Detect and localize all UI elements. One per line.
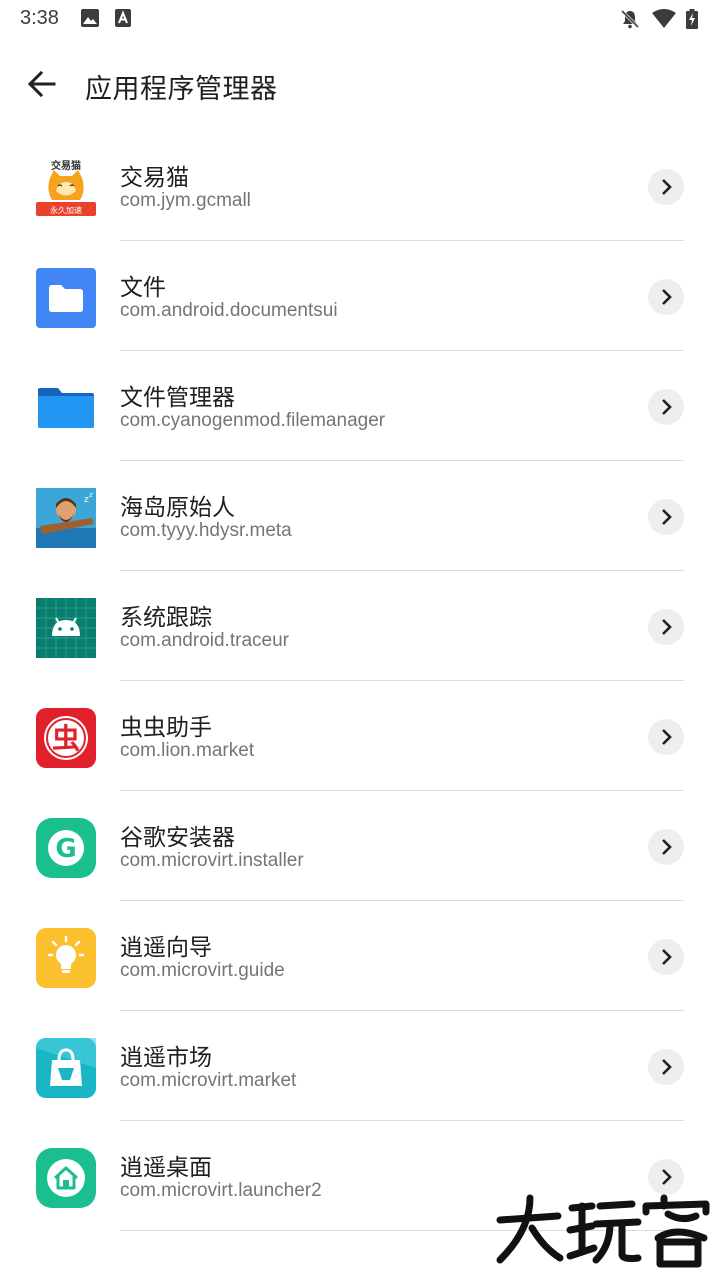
chevron-right-icon — [662, 949, 672, 965]
app-name: 系统跟踪 — [120, 604, 212, 630]
android-icon — [36, 598, 96, 658]
app-list: 交易猫 永久加速 交易猫 com.jym.gcmall 文件 com.andro… — [0, 130, 720, 1231]
app-bar: 应用程序管理器 — [0, 48, 720, 120]
app-name: 逍遥市场 — [120, 1044, 212, 1070]
app-name: 交易猫 — [120, 164, 189, 190]
open-details-button[interactable] — [648, 389, 684, 425]
open-details-button[interactable] — [648, 609, 684, 645]
open-details-button[interactable] — [648, 719, 684, 755]
arrow-back-icon — [27, 70, 56, 98]
google-installer-icon: G — [36, 818, 96, 878]
chongchong-icon: 虫 — [36, 708, 96, 768]
chevron-right-icon — [662, 729, 672, 745]
home-icon — [36, 1148, 96, 1208]
shopping-bag-icon — [36, 1038, 96, 1098]
app-name: 逍遥向导 — [120, 934, 212, 960]
jiaoyimao-icon: 交易猫 永久加速 — [36, 158, 96, 218]
chevron-right-icon — [662, 179, 672, 195]
app-package: com.android.documentsui — [120, 300, 338, 321]
app-name: 海岛原始人 — [120, 494, 235, 520]
open-details-button[interactable] — [648, 279, 684, 315]
jiaoyimao-icon-subtext: 永久加速 — [50, 205, 82, 215]
app-list-item[interactable]: 交易猫 永久加速 交易猫 com.jym.gcmall — [0, 130, 720, 241]
chevron-right-icon — [662, 399, 672, 415]
app-list-item[interactable]: 逍遥市场 com.microvirt.market — [0, 1010, 720, 1121]
app-package: com.cyanogenmod.filemanager — [120, 410, 386, 431]
svg-text:z: z — [89, 491, 93, 499]
notifications-off-icon — [620, 9, 640, 29]
wifi-icon — [652, 9, 676, 28]
app-package: com.android.traceur — [120, 630, 289, 651]
chevron-right-icon — [662, 619, 672, 635]
app-name: 文件管理器 — [120, 384, 235, 410]
chevron-right-icon — [662, 839, 672, 855]
chongchong-icon-text: 虫 — [52, 722, 80, 755]
app-name: 谷歌安装器 — [120, 824, 235, 850]
app-name: 虫虫助手 — [120, 714, 212, 740]
open-details-button[interactable] — [648, 169, 684, 205]
app-list-item[interactable]: z z 海岛原始人 com.tyyy.hdysr.meta — [0, 460, 720, 571]
app-name: 文件 — [120, 274, 166, 300]
image-icon — [81, 9, 99, 27]
app-name: 逍遥桌面 — [120, 1154, 212, 1180]
app-package: com.microvirt.installer — [120, 850, 304, 871]
open-details-button[interactable] — [648, 1049, 684, 1085]
status-bar: 3:38 — [0, 0, 720, 36]
status-time: 3:38 — [20, 7, 59, 29]
open-details-button[interactable] — [648, 499, 684, 535]
chevron-right-icon — [662, 289, 672, 305]
file-manager-icon — [38, 388, 94, 428]
app-list-item[interactable]: 逍遥向导 com.microvirt.guide — [0, 900, 720, 1011]
back-button[interactable] — [20, 64, 64, 104]
app-package: com.tyyy.hdysr.meta — [120, 520, 292, 541]
google-installer-icon-text: G — [55, 834, 76, 864]
files-icon — [36, 268, 96, 328]
app-package: com.lion.market — [120, 740, 255, 761]
app-package: com.microvirt.launcher2 — [120, 1180, 322, 1201]
open-details-button[interactable] — [648, 939, 684, 975]
app-list-item[interactable]: 文件 com.android.documentsui — [0, 240, 720, 351]
app-package: com.microvirt.guide — [120, 960, 285, 981]
chevron-right-icon — [662, 1059, 672, 1075]
app-list-item[interactable]: 系统跟踪 com.android.traceur — [0, 570, 720, 681]
battery-charging-icon — [686, 9, 698, 29]
app-list-item[interactable]: 虫 虫虫助手 com.lion.market — [0, 680, 720, 791]
island-caveman-icon: z z — [36, 488, 96, 548]
watermark-logo — [496, 1194, 710, 1268]
app-package: com.jym.gcmall — [120, 190, 251, 211]
app-list-item[interactable]: G 谷歌安装器 com.microvirt.installer — [0, 790, 720, 901]
app-list-item[interactable]: 文件管理器 com.cyanogenmod.filemanager — [0, 350, 720, 461]
page-title: 应用程序管理器 — [85, 74, 278, 104]
open-details-button[interactable] — [648, 829, 684, 865]
jiaoyimao-icon-text: 交易猫 — [51, 159, 81, 172]
a-badge-icon — [115, 9, 131, 27]
app-package: com.microvirt.market — [120, 1070, 297, 1091]
lightbulb-icon — [36, 928, 96, 988]
chevron-right-icon — [662, 509, 672, 525]
